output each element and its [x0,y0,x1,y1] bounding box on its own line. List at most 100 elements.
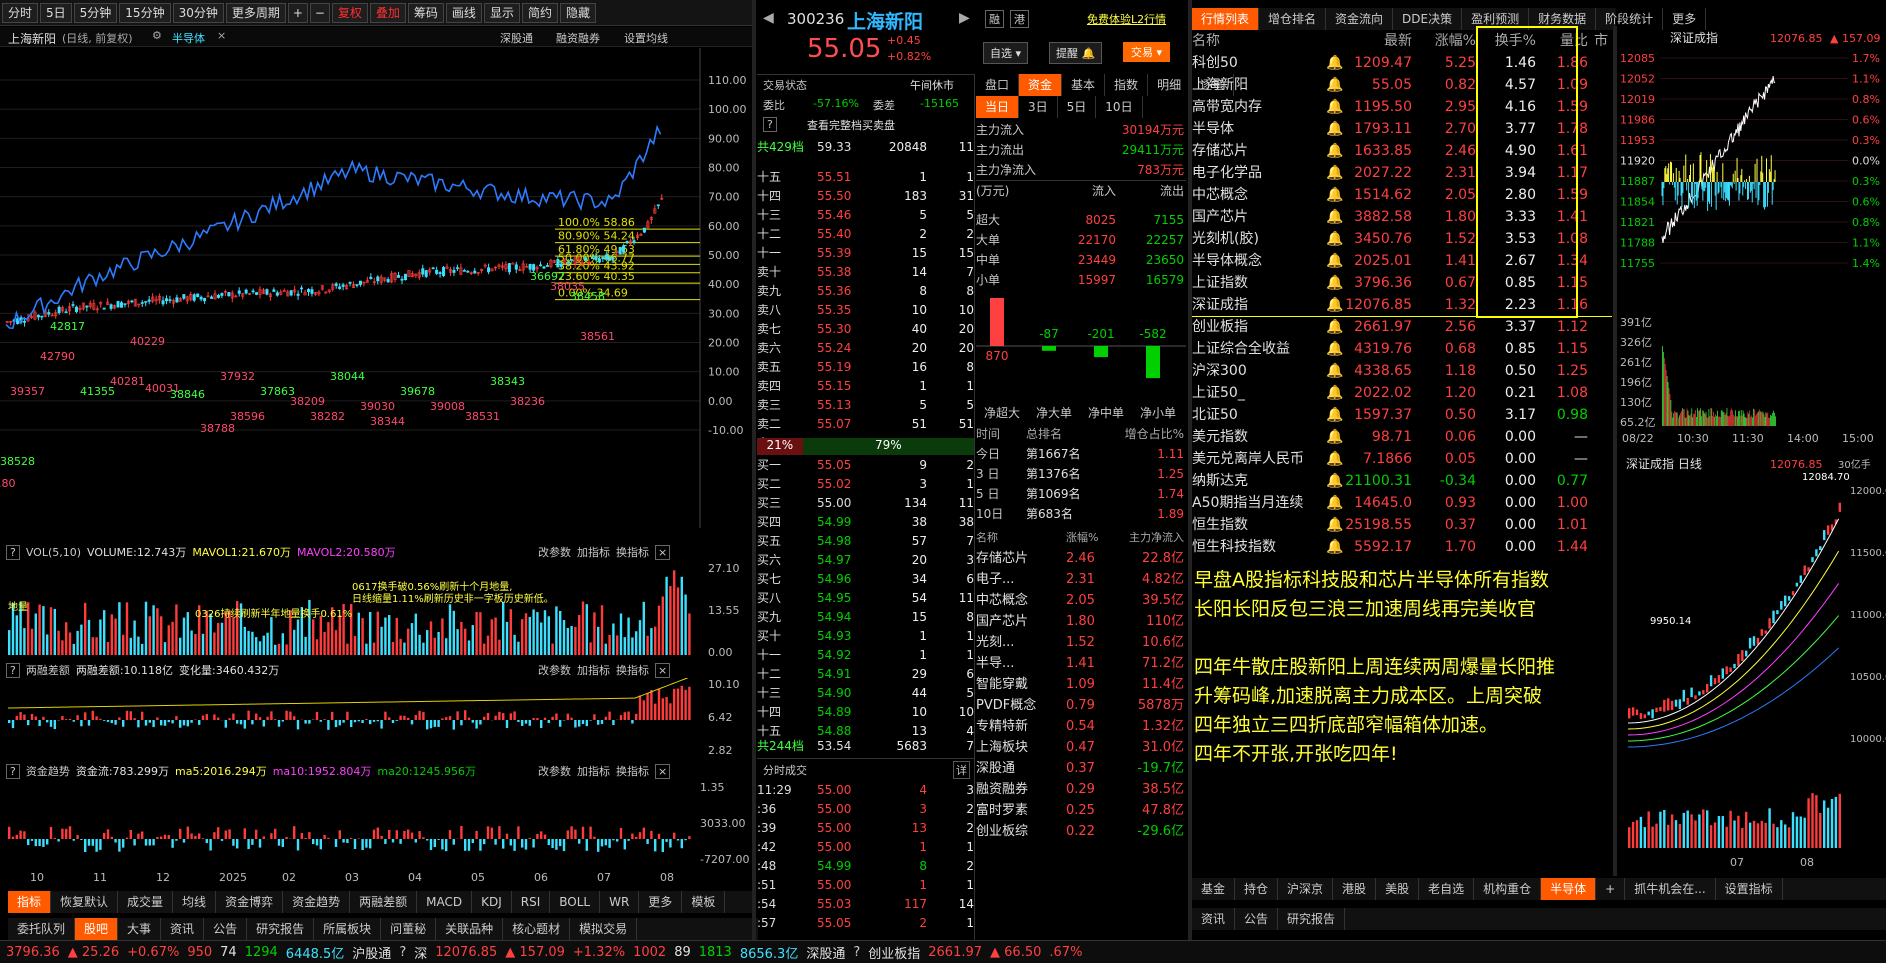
lefttabs-2[interactable]: 大事 [118,918,162,940]
badge-hk[interactable]: 港 [1010,10,1029,28]
close-icon[interactable]: × [655,763,671,779]
index-row[interactable]: A50期指当月连续 🔔 14645.0 0.93 0.00 1.00 [1192,492,1608,514]
toolbar-button-7[interactable]: − [309,2,330,23]
l2-link[interactable]: 免费体验L2行情 [1087,11,1166,27]
book-row[interactable]: 十三 54.90 44 5 [757,684,974,703]
help-icon[interactable]: ? [6,544,20,560]
book-row[interactable]: 买四 54.99 38 38 [757,513,974,532]
help-icon[interactable]: ? [399,945,406,960]
full-book-link[interactable]: 查看完整档买卖盘 [807,117,895,133]
sector-row[interactable]: 智能穿戴 1.09 11.4亿 [976,674,1186,695]
sector-row[interactable]: 上海板块 0.47 31.0亿 [976,737,1186,758]
close-icon[interactable]: × [217,29,226,42]
captabs-2[interactable]: 基本 [1062,74,1106,96]
book-row[interactable]: 买五 54.98 57 7 [757,532,974,551]
indtabs-3[interactable]: 均线 [173,891,217,913]
index-row[interactable]: 沪深300 🔔 4338.65 1.18 0.50 1.25 [1192,360,1608,382]
index-row[interactable]: 美元兑离岸人民币 🔔 7.1866 0.05 0.00— [1192,448,1608,470]
indtabs-1[interactable]: 恢复默认 [51,891,119,913]
indtabs-2[interactable]: 成交量 [118,891,174,913]
close-icon[interactable]: × [655,662,671,678]
sector-row[interactable]: 融资融券 0.29 38.5亿 [976,779,1186,800]
lefttabs-0[interactable]: 委托队列 [8,918,76,940]
badge-margin[interactable]: 融 [985,10,1004,28]
lefttabs-3[interactable]: 资讯 [161,918,205,940]
index-row[interactable]: 美元指数 🔔 98.71 0.06 0.00— [1192,426,1608,448]
help-icon[interactable]: ? [853,945,860,960]
sgt-link[interactable]: 深股通 [806,943,845,962]
index-row[interactable]: 上证50_ 🔔 2022.02 1.20 0.21 1.08 [1192,382,1608,404]
periods-1[interactable]: 3日 [1019,96,1058,118]
book-row[interactable]: 买六 54.97 20 3 [757,551,974,570]
btabs-8[interactable]: + [1596,878,1626,900]
toolbar-button-0[interactable]: 分时 [2,2,39,23]
indtabs-13[interactable]: 模板 [682,891,726,913]
sector-row[interactable]: PVDF概念 0.79 5878万 [976,695,1186,716]
mtabs-3[interactable]: DDE决策 [1393,8,1463,30]
book-row[interactable]: 十三 55.46 5 5 [757,206,974,225]
self-select-button[interactable]: 自选 ▾ [983,42,1029,64]
btabs-6[interactable]: 机构重仓 [1474,878,1542,900]
link-hgt[interactable]: 深股通 [500,30,533,46]
book-row[interactable]: 买十 54.93 1 1 [757,627,974,646]
toolbar-button-2[interactable]: 5分钟 [73,2,118,23]
btabs-0[interactable]: 基金 [1192,878,1236,900]
indtabs-6[interactable]: 两融差额 [350,891,418,913]
lefttabs-5[interactable]: 研究报告 [247,918,315,940]
btabs-9[interactable]: 抓牛机会在... [1625,878,1716,900]
btabs-5[interactable]: 老自选 [1419,878,1475,900]
captabs-3[interactable]: 指数 [1105,74,1149,96]
book-row[interactable]: 买三 55.00 134 11 [757,494,974,513]
mtabs-1[interactable]: 增仓排名 [1259,8,1327,30]
prev-stock-icon[interactable]: ◀ [763,10,774,26]
book-row[interactable]: 十四 54.89 10 10 [757,703,974,722]
sector-row[interactable]: 深股通 0.37 -19.7亿 [976,758,1186,779]
sector-row[interactable]: 光刻... 1.52 10.6亿 [976,632,1186,653]
help-icon[interactable]: ? [763,117,777,132]
btabs2-1[interactable]: 公告 [1235,908,1279,930]
sector-row[interactable]: 富时罗素 0.25 47.8亿 [976,800,1186,821]
gear-icon[interactable]: ⚙ [152,29,162,42]
toolbar-button-12[interactable]: 显示 [483,2,520,23]
periods-0[interactable]: 当日 [976,96,1020,118]
book-row[interactable]: 十一 54.92 1 1 [757,646,974,665]
mtabs-0[interactable]: 行情列表 [1192,8,1260,30]
captabs-0[interactable]: 盘口 [976,74,1020,96]
toolbar-button-13[interactable]: 简约 [521,2,558,23]
toolbar-button-1[interactable]: 5日 [40,2,72,23]
lefttabs-7[interactable]: 问董秘 [381,918,437,940]
btabs-2[interactable]: 沪深京 [1278,878,1334,900]
book-row[interactable]: 买一 55.05 9 2 [757,456,974,475]
book-row[interactable]: 卖五 55.19 16 8 [757,358,974,377]
indtabs-7[interactable]: MACD [417,891,473,913]
book-row[interactable]: 卖八 55.35 10 10 [757,301,974,320]
indtabs-10[interactable]: BOLL [550,891,601,913]
kline-chart[interactable]: 110.00 100.00 90.00 80.00 70.00 60.00 50.00 40.… [0,48,752,538]
hgt-link[interactable]: 沪股通 [352,943,391,962]
book-row[interactable]: 买九 54.94 15 8 [757,608,974,627]
link-margin[interactable]: 融资融券 [556,30,600,46]
btabs-7[interactable]: 半导体 [1541,878,1597,900]
book-row[interactable]: 卖十 55.38 14 7 [757,263,974,282]
btabs-1[interactable]: 持仓 [1235,878,1279,900]
mtabs-6[interactable]: 阶段统计 [1596,8,1664,30]
btabs-4[interactable]: 美股 [1376,878,1420,900]
trade-button[interactable]: 交易 ▾ [1123,42,1171,62]
sector-row[interactable]: 存储芯片 2.46 22.8亿 [976,548,1186,569]
toolbar-button-14[interactable]: 隐藏 [559,2,596,23]
toolbar-button-10[interactable]: 筹码 [407,2,444,23]
book-row[interactable]: 卖三 55.13 5 5 [757,396,974,415]
lefttabs-9[interactable]: 核心题材 [503,918,571,940]
toolbar-button-4[interactable]: 30分钟 [172,2,224,23]
mtabs-7[interactable]: 更多 [1663,8,1707,30]
captabs-1[interactable]: 资金 [1019,74,1063,96]
btabs-3[interactable]: 港股 [1333,878,1377,900]
toolbar-button-9[interactable]: 叠加 [369,2,406,23]
book-row[interactable]: 卖六 55.24 20 20 [757,339,974,358]
index-row[interactable]: 恒生指数 🔔 25198.55 0.37 0.00 1.01 [1192,514,1608,536]
index-row[interactable]: 上证综合全收益 🔔 4319.76 0.68 0.85 1.15 [1192,338,1608,360]
book-row[interactable]: 十四 55.50 183 31 [757,187,974,206]
book-row[interactable]: 卖二 55.07 51 51 [757,415,974,434]
index-row[interactable]: 纳斯达克 🔔 21100.31 -0.34 0.00 0.77 [1192,470,1608,492]
lefttabs-4[interactable]: 公告 [204,918,248,940]
